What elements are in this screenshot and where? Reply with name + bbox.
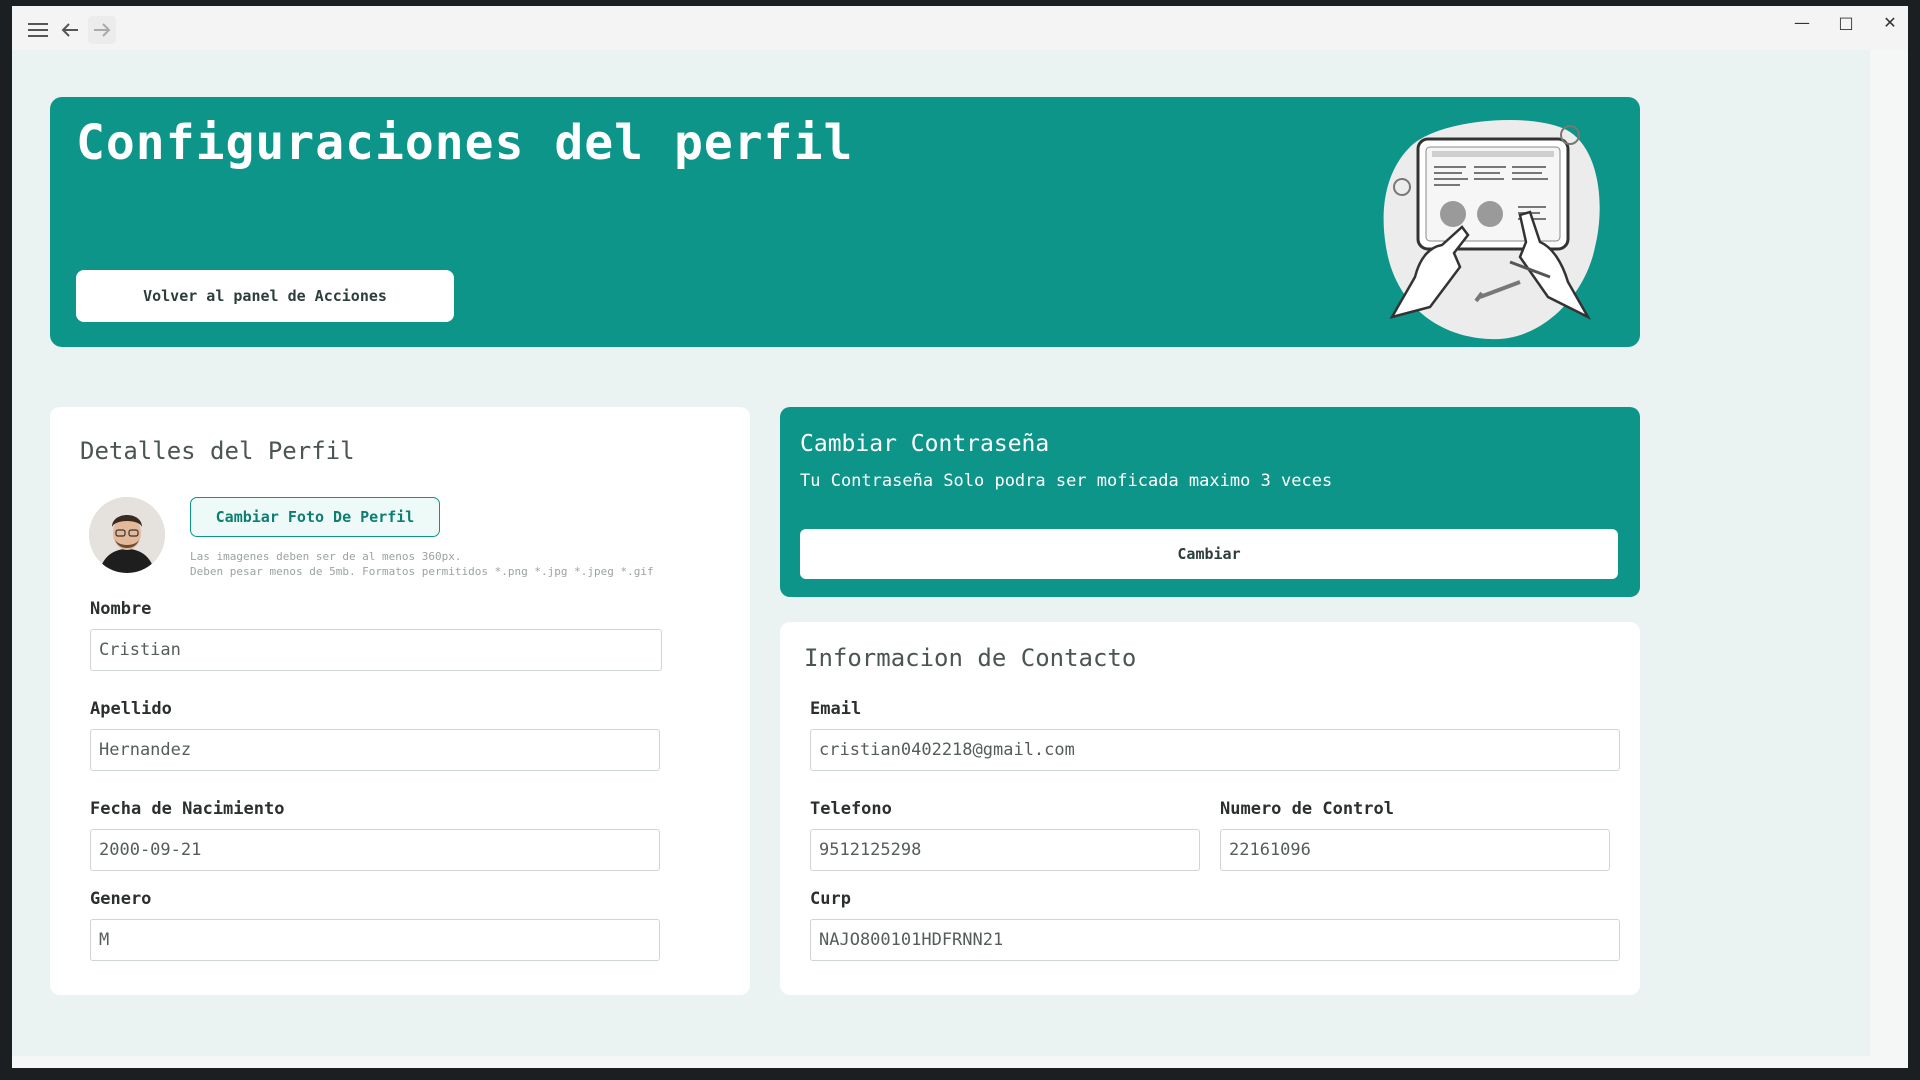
arrow-left-icon[interactable] — [56, 16, 84, 44]
photo-hint: Las imagenes deben ser de al menos 360px… — [190, 549, 654, 579]
avatar — [89, 497, 165, 573]
genero-field[interactable] — [90, 919, 660, 961]
change-password-button[interactable]: Cambiar — [800, 529, 1618, 579]
curp-field[interactable] — [810, 919, 1620, 961]
profile-details-card: Detalles del Perfil Cambiar Foto De Perf… — [50, 407, 750, 995]
close-button[interactable]: ✕ — [1868, 6, 1908, 38]
hero-banner: Configuraciones del perfil Volver al pan… — [50, 97, 1640, 347]
email-field[interactable] — [810, 729, 1620, 771]
maximize-button[interactable]: □ — [1824, 6, 1868, 38]
photo-hint-line: Deben pesar menos de 5mb. Formatos permi… — [190, 565, 654, 578]
genero-label: Genero — [90, 889, 152, 909]
change-password-card: Cambiar Contraseña Tu Contraseña Solo po… — [780, 407, 1640, 597]
page-title: Configuraciones del perfil — [76, 115, 854, 171]
change-photo-button[interactable]: Cambiar Foto De Perfil — [190, 497, 440, 537]
nombre-label: Nombre — [90, 599, 152, 619]
page-content: Configuraciones del perfil Volver al pan… — [12, 50, 1870, 1056]
back-to-actions-button[interactable]: Volver al panel de Acciones — [76, 270, 454, 322]
app-window: — □ ✕ Configuraciones del perfil Volver … — [12, 6, 1908, 1068]
fecha-nacimiento-label: Fecha de Nacimiento — [90, 799, 285, 819]
photo-hint-line: Las imagenes deben ser de al menos 360px… — [190, 550, 462, 563]
apellido-label: Apellido — [90, 699, 172, 719]
curp-label: Curp — [810, 889, 851, 909]
email-label: Email — [810, 699, 862, 719]
profile-details-title: Detalles del Perfil — [80, 437, 355, 465]
tablet-illustration-icon — [1383, 120, 1600, 340]
contact-info-title: Informacion de Contacto — [804, 644, 1137, 672]
menu-icon[interactable] — [24, 16, 52, 44]
right-margin — [1870, 50, 1908, 1068]
nombre-field[interactable] — [90, 629, 662, 671]
telefono-field[interactable] — [810, 829, 1200, 871]
desktop-edge — [0, 1068, 1920, 1080]
minimize-button[interactable]: — — [1780, 6, 1824, 38]
apellido-field[interactable] — [90, 729, 660, 771]
bottom-margin — [12, 1056, 1870, 1068]
change-password-title: Cambiar Contraseña — [800, 431, 1050, 457]
contact-info-card: Informacion de Contacto Email Telefono N… — [780, 622, 1640, 995]
fecha-nacimiento-field[interactable] — [90, 829, 660, 871]
numero-control-label: Numero de Control — [1220, 799, 1394, 819]
arrow-right-icon[interactable] — [88, 16, 116, 44]
numero-control-field[interactable] — [1220, 829, 1610, 871]
telefono-label: Telefono — [810, 799, 892, 819]
change-password-subtitle: Tu Contraseña Solo podra ser moficada ma… — [800, 471, 1333, 491]
title-bar: — □ ✕ — [12, 6, 1908, 50]
